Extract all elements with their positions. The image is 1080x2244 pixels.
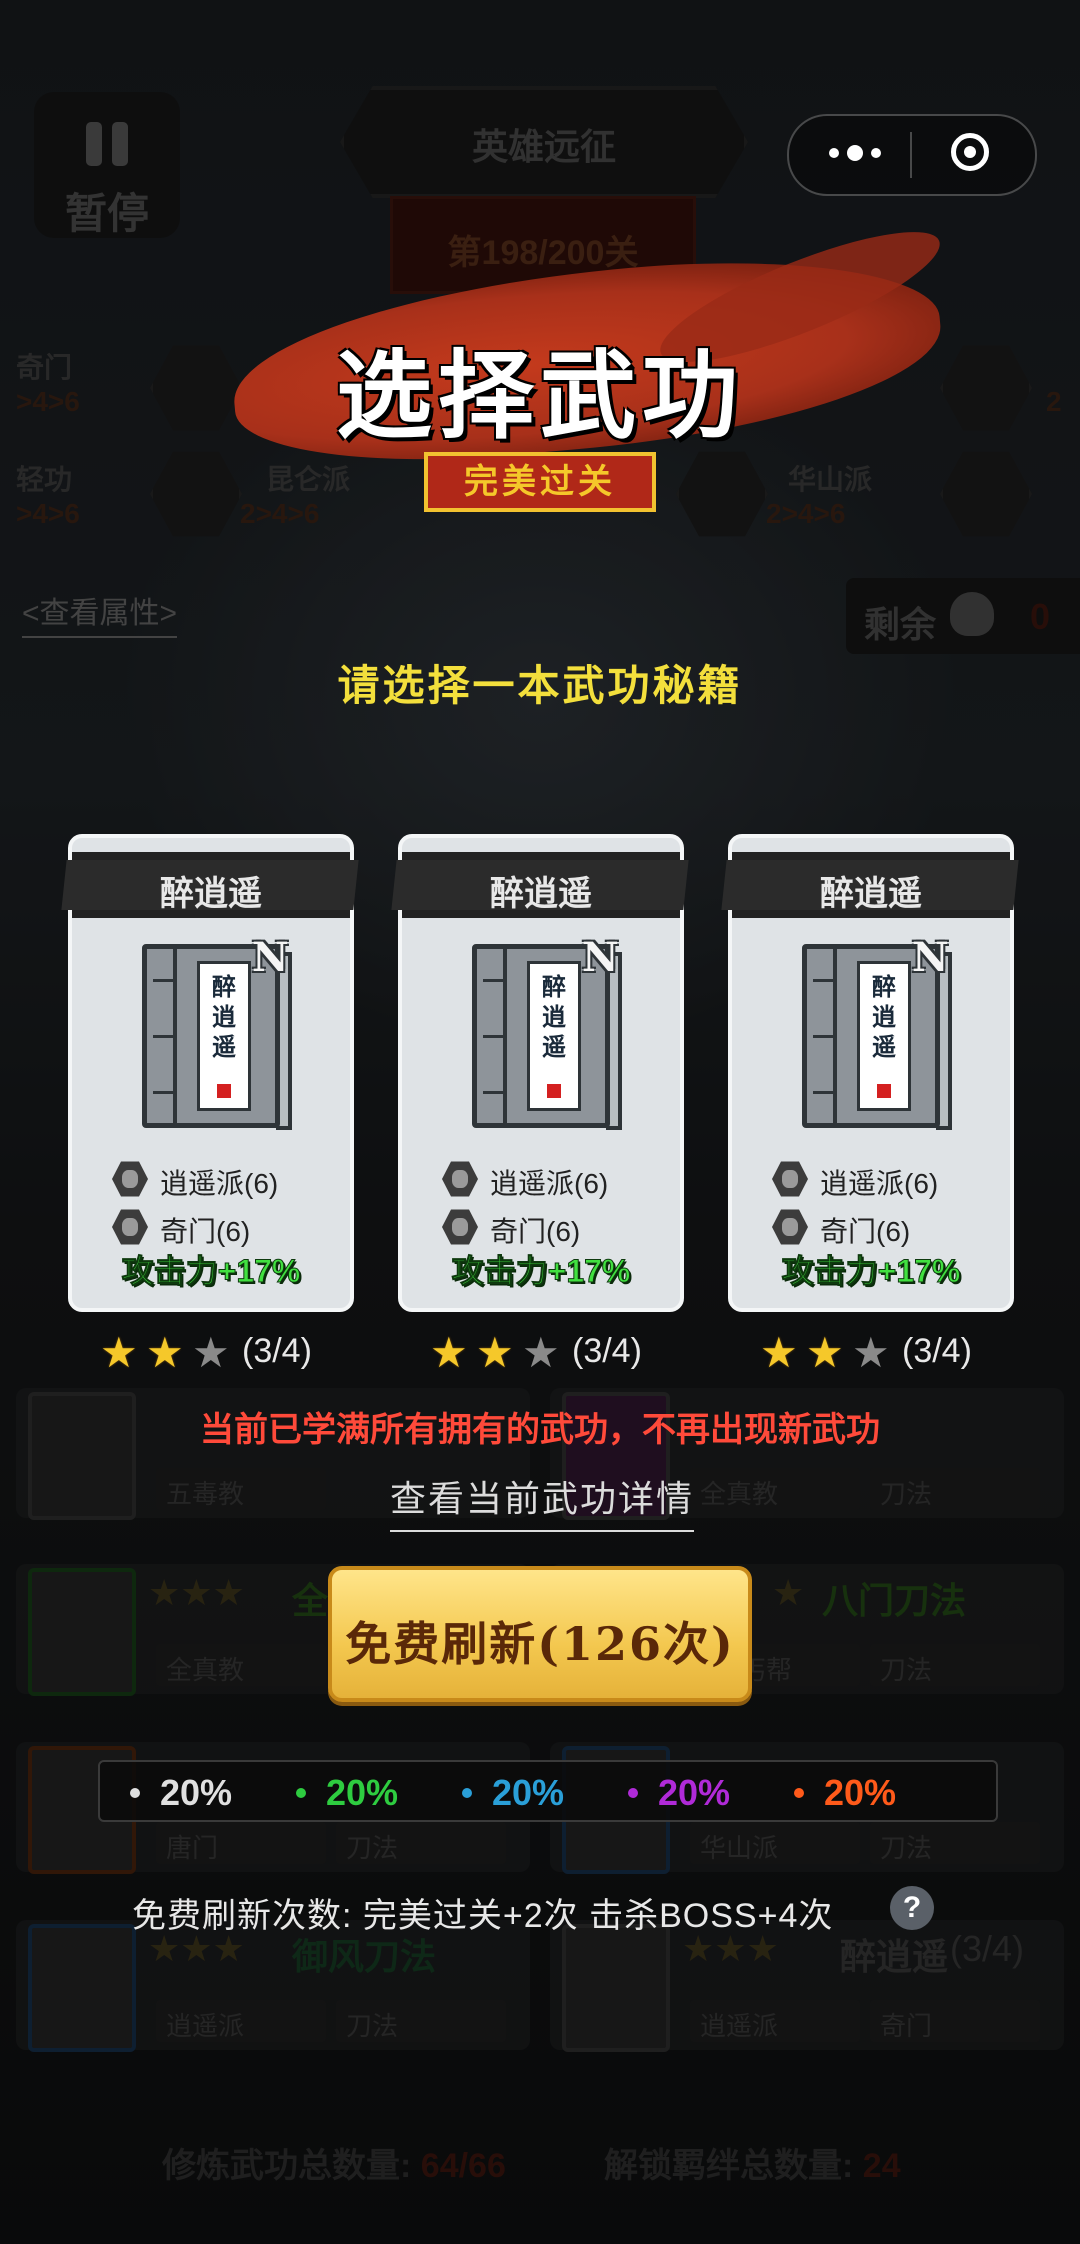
attack-bonus: 攻击力+17% (781, 1253, 961, 1290)
free-refresh-button[interactable]: 免费刷新(126次) (328, 1566, 752, 1702)
rarity-dot-icon (462, 1788, 472, 1798)
target-icon[interactable] (951, 133, 989, 171)
star-filled-icon: ★ (806, 1329, 844, 1376)
more-dots-icon[interactable] (827, 142, 887, 166)
trait-label: 奇门(6) (490, 1216, 581, 1247)
skill-card[interactable]: 醉逍遥 醉逍遥 N 逍遥派(6) 奇门(6) 攻击力+17% (398, 834, 684, 1312)
card-name: 醉逍遥 (820, 875, 922, 913)
rarity-dot-icon (130, 1788, 140, 1798)
refresh-rule-text: 免费刷新次数: 完美过关+2次 击杀BOSS+4次 (132, 1897, 834, 1935)
rarity-odds-value: 20% (824, 1772, 897, 1813)
book-cover-label: 醉逍遥 (527, 961, 581, 1111)
book-cover-label: 醉逍遥 (857, 961, 911, 1111)
star-count: (3/4) (242, 1332, 312, 1370)
card-name: 醉逍遥 (490, 875, 592, 913)
card-header: 醉逍遥 (732, 852, 1010, 918)
perfect-clear-badge: 完美过关 (424, 452, 656, 512)
attack-bonus: 攻击力+17% (451, 1253, 631, 1290)
star-filled-icon: ★ (476, 1329, 514, 1376)
trait-label: 逍遥派(6) (490, 1168, 609, 1199)
rarity-odds-value: 20% (326, 1772, 399, 1813)
star-filled-icon: ★ (146, 1329, 184, 1376)
miniprogram-capsule (787, 114, 1037, 196)
rarity-mark: N (582, 934, 619, 981)
star-count: (3/4) (902, 1332, 972, 1370)
rarity-dot-icon (628, 1788, 638, 1798)
book-label-text: 醉逍遥 (542, 972, 566, 1061)
star-count: (3/4) (572, 1332, 642, 1370)
rarity-odds-value: 20% (160, 1772, 233, 1813)
book-spine (153, 949, 177, 1123)
star-filled-icon: ★ (760, 1329, 798, 1376)
seal-icon (547, 1084, 561, 1098)
modal-title: 选择武功 (336, 339, 744, 452)
skill-card[interactable]: 醉逍遥 醉逍遥 N 逍遥派(6) 奇门(6) 攻击力+17% (68, 834, 354, 1312)
star-empty-icon: ★ (852, 1329, 890, 1376)
star-filled-icon: ★ (100, 1329, 138, 1376)
book-label-text: 醉逍遥 (212, 972, 236, 1061)
perfect-clear-text: 完美过关 (464, 462, 616, 502)
attack-bonus: 攻击力+17% (121, 1253, 301, 1290)
trait-label: 奇门(6) (820, 1216, 911, 1247)
capsule-divider (910, 132, 912, 178)
select-prompt: 请选择一本武功秘籍 (337, 661, 743, 710)
trait-label: 逍遥派(6) (160, 1168, 279, 1199)
trait-label: 奇门(6) (160, 1216, 251, 1247)
star-empty-icon: ★ (522, 1329, 560, 1376)
rarity-odds-value: 20% (492, 1772, 565, 1813)
card-name: 醉逍遥 (160, 875, 262, 913)
book-cover-label: 醉逍遥 (197, 961, 251, 1111)
skill-card[interactable]: 醉逍遥 醉逍遥 N 逍遥派(6) 奇门(6) 攻击力+17% (728, 834, 1014, 1312)
star-empty-icon: ★ (192, 1329, 230, 1376)
view-details-link[interactable]: 查看当前武功详情 (390, 1470, 695, 1532)
book-label-text: 醉逍遥 (872, 972, 896, 1061)
trait-label: 逍遥派(6) (820, 1168, 939, 1199)
star-filled-icon: ★ (430, 1329, 468, 1376)
card-header: 醉逍遥 (72, 852, 350, 918)
seal-icon (877, 1084, 891, 1098)
rarity-odds-value: 20% (658, 1772, 731, 1813)
rarity-mark: N (912, 934, 949, 981)
help-icon[interactable]: ? (890, 1886, 934, 1930)
card-header: 醉逍遥 (402, 852, 680, 918)
rarity-dot-icon (794, 1788, 804, 1798)
seal-icon (217, 1084, 231, 1098)
refresh-button-label: 免费刷新(126次) (345, 1617, 735, 1671)
maxed-message: 当前已学满所有拥有的武功，不再出现新武功 (200, 1411, 880, 1449)
rarity-odds-bar: 20% 20% 20% 20% 20% (98, 1760, 998, 1822)
rarity-dot-icon (296, 1788, 306, 1798)
book-spine (813, 949, 837, 1123)
book-spine (483, 949, 507, 1123)
rarity-mark: N (252, 934, 289, 981)
